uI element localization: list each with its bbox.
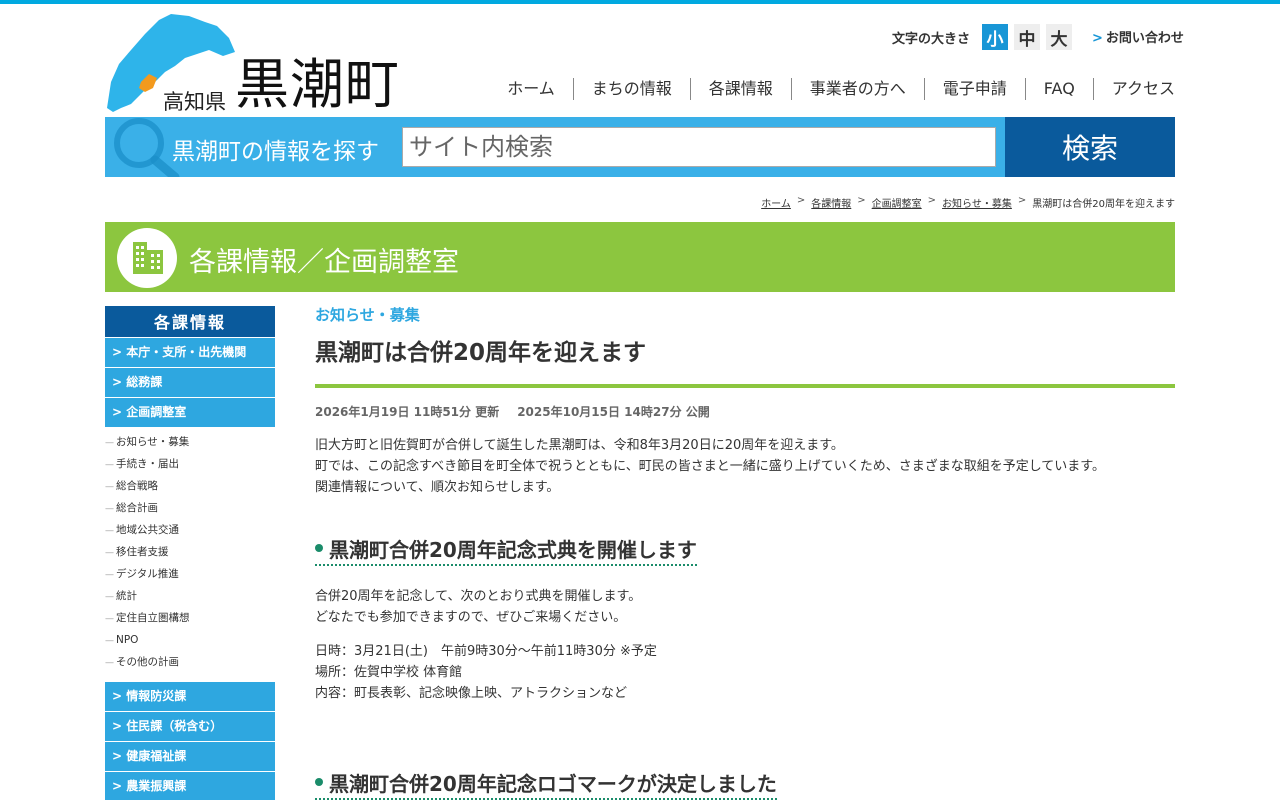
search-bar: 黒潮町の情報を探す 検索	[105, 117, 1175, 177]
sidebar-sub-transport[interactable]: 地域公共交通	[105, 519, 275, 541]
search-label: 黒潮町の情報を探す	[172, 139, 379, 165]
sidebar-sub-settlement[interactable]: 定住自立圏構想	[105, 607, 275, 629]
bullet-dot-icon	[315, 544, 323, 552]
sidebar-item-welfare[interactable]: > 健康福祉課	[105, 742, 275, 771]
sidebar-item-label: 総務課	[126, 375, 163, 389]
font-size-medium-button[interactable]: 中	[1014, 24, 1041, 50]
nav-faq[interactable]: FAQ	[1024, 78, 1093, 100]
chevron-right-icon: >	[1092, 31, 1103, 46]
ceremony-line: どなたでも参加できますので、ぜひご来場ください。	[315, 610, 627, 625]
sidebar-sub-other[interactable]: その他の計画	[105, 651, 275, 673]
font-size-small-button[interactable]: 小	[982, 24, 1009, 50]
breadcrumb-planning[interactable]: 企画調整室	[872, 195, 922, 210]
building-icon	[117, 228, 177, 288]
intro-line: 関連情報について、順次お知らせします。	[315, 480, 560, 495]
global-nav: ホーム まちの情報 各課情報 事業者の方へ 電子申請 FAQ アクセス	[507, 78, 1175, 100]
nav-town-info[interactable]: まちの情報	[572, 78, 690, 100]
updated-date: 2026年1月19日 11時51分 更新	[315, 405, 500, 419]
sidebar-item-label: 健康福祉課	[126, 749, 187, 763]
font-size-switcher: 文字の大きさ 小 中 大	[892, 24, 1073, 50]
sidebar-sub-procedures[interactable]: 手続き・届出	[105, 453, 275, 475]
sidebar-item-label: 農業振興課	[126, 779, 187, 793]
nav-access[interactable]: アクセス	[1092, 78, 1175, 100]
sidebar-sub-statistics[interactable]: 統計	[105, 585, 275, 607]
contact-link[interactable]: > お問い合わせ	[1092, 27, 1184, 46]
section-heading-text: 黒潮町合併20周年記念式典を開催します	[329, 538, 697, 562]
sidebar-item-general-affairs[interactable]: > 総務課	[105, 368, 275, 397]
article-dates: 2026年1月19日 11時51分 更新 2025年10月15日 14時27分 公…	[315, 403, 1175, 420]
intro-text: 旧大方町と旧佐賀町が合併して誕生した黒潮町は、令和8年3月20日に20周年を迎え…	[315, 435, 1175, 498]
top-accent-line	[0, 0, 1280, 4]
article: お知らせ・募集 黒潮町は合併20周年を迎えます 2026年1月19日 11時51…	[315, 304, 1175, 800]
sidebar-sub-list: お知らせ・募集 手続き・届出 総合戦略 総合計画 地域公共交通 移住者支援 デジ…	[105, 427, 275, 679]
site-logo[interactable]: 高知県 黒潮町	[105, 12, 415, 116]
town-name: 黒潮町	[235, 53, 400, 116]
sidebar-item-planning[interactable]: > 企画調整室	[105, 398, 275, 427]
breadcrumb-home[interactable]: ホーム	[761, 195, 791, 210]
breadcrumb: ホーム > 各課情報 > 企画調整室 > お知らせ・募集 > 黒潮町は合併20周年を迎え…	[761, 195, 1175, 210]
section-heading-ceremony: 黒潮町合併20周年記念式典を開催します	[315, 534, 697, 566]
section-banner: 各課情報／企画調整室	[105, 222, 1175, 292]
nav-home[interactable]: ホーム	[507, 78, 573, 100]
chevron-right-icon: >	[927, 195, 937, 206]
sidebar-item-agriculture[interactable]: > 農業振興課	[105, 772, 275, 800]
breadcrumb-notices[interactable]: お知らせ・募集	[942, 195, 1012, 210]
nav-e-application[interactable]: 電子申請	[923, 78, 1025, 100]
sidebar-item-label: 企画調整室	[126, 405, 187, 419]
title-divider	[315, 384, 1175, 388]
section-heading-logo: 黒潮町合併20周年記念ロゴマークが決定しました	[315, 768, 777, 800]
section-heading-text: 黒潮町合併20周年記念ロゴマークが決定しました	[329, 772, 777, 796]
banner-title: 各課情報／企画調整室	[189, 247, 459, 278]
intro-line: 旧大方町と旧佐賀町が合併して誕生した黒潮町は、令和8年3月20日に20周年を迎え…	[315, 438, 844, 453]
sidebar-item-disaster[interactable]: > 情報防災課	[105, 682, 275, 711]
chevron-right-icon: >	[796, 195, 806, 206]
sidebar-sub-migration[interactable]: 移住者支援	[105, 541, 275, 563]
nav-business[interactable]: 事業者の方へ	[790, 78, 924, 100]
sidebar-heading: 各課情報	[105, 306, 275, 337]
ceremony-line: 合併20周年を記念して、次のとおり式典を開催します。	[315, 589, 642, 604]
sidebar-item-residents[interactable]: > 住民課（税含む）	[105, 712, 275, 741]
sidebar-item-label: 住民課（税含む）	[126, 719, 223, 733]
sidebar-sub-npo[interactable]: NPO	[105, 629, 275, 651]
chevron-right-icon: >	[857, 195, 866, 206]
search-input[interactable]	[402, 127, 996, 167]
sidebar-sub-notices[interactable]: お知らせ・募集	[105, 431, 275, 453]
nav-departments[interactable]: 各課情報	[689, 78, 791, 100]
ceremony-details: 日時：3月21日(土) 午前9時30分～午前11時30分 ※予定 場所：佐賀中学…	[315, 641, 1175, 704]
article-category[interactable]: お知らせ・募集	[315, 304, 1175, 325]
font-size-large-button[interactable]: 大	[1046, 24, 1073, 50]
breadcrumb-departments[interactable]: 各課情報	[811, 195, 851, 210]
sidebar-sub-strategy[interactable]: 総合戦略	[105, 475, 275, 497]
prefecture-name: 高知県	[163, 90, 226, 114]
sidebar-sub-plan[interactable]: 総合計画	[105, 497, 275, 519]
sidebar-item-label: 情報防災課	[126, 689, 187, 703]
contact-label: お問い合わせ	[1105, 31, 1184, 46]
ceremony-text: 合併20周年を記念して、次のとおり式典を開催します。 どなたでも参加できますので…	[315, 586, 1175, 628]
font-size-label: 文字の大きさ	[892, 31, 971, 47]
ceremony-datetime: 日時：3月21日(土) 午前9時30分～午前11時30分 ※予定	[315, 644, 657, 659]
breadcrumb-current: 黒潮町は合併20周年を迎えます	[1032, 199, 1175, 210]
ceremony-content: 内容：町長表彰、記念映像上映、アトラクションなど	[315, 686, 628, 701]
bullet-dot-icon	[315, 778, 323, 786]
ceremony-venue: 場所：佐賀中学校 体育館	[315, 665, 463, 680]
sidebar-item-offices[interactable]: > 本庁・支所・出先機関	[105, 338, 275, 367]
sidebar: 各課情報 > 本庁・支所・出先機関 > 総務課 > 企画調整室 お知らせ・募集 …	[105, 306, 275, 800]
intro-line: 町では、この記念すべき節目を町全体で祝うとともに、町民の皆さまと一緒に盛り上げて…	[315, 459, 1106, 474]
published-date: 2025年10月15日 14時27分 公開	[517, 405, 710, 419]
sidebar-sub-digital[interactable]: デジタル推進	[105, 563, 275, 585]
search-button[interactable]: 検索	[1005, 117, 1175, 177]
page-title: 黒潮町は合併20周年を迎えます	[315, 340, 647, 366]
chevron-right-icon: >	[1017, 195, 1027, 206]
sidebar-item-label: 本庁・支所・出先機関	[126, 345, 247, 359]
